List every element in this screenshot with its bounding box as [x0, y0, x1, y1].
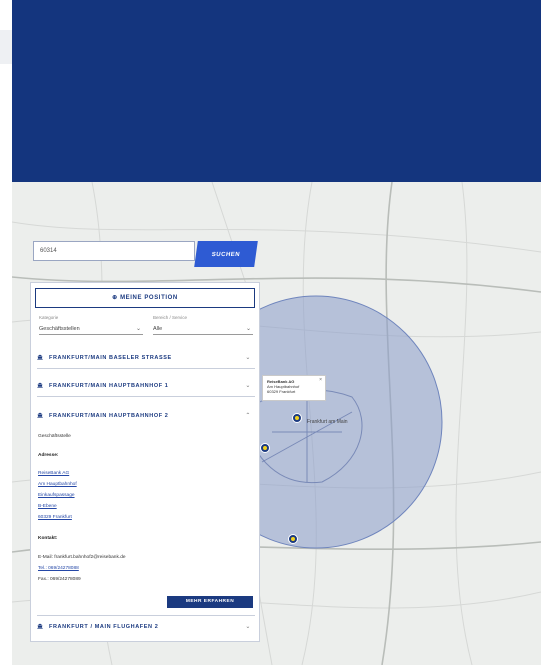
- search-button[interactable]: SUCHEN: [194, 241, 258, 267]
- contact-fax: Fax.: 069/24278089: [38, 577, 81, 582]
- bank-icon: [37, 623, 43, 629]
- address-line[interactable]: 60329 Frankfurt: [38, 515, 72, 520]
- location-item[interactable]: FRANKFURT / MAIN FLUGHAFEN 2 ⌄: [37, 615, 255, 637]
- map-marker[interactable]: [288, 534, 298, 544]
- popup-line: 60329 Frankfurt: [267, 389, 296, 394]
- filter-service-select[interactable]: Alle ⌄: [153, 323, 253, 335]
- bank-icon: [37, 382, 43, 388]
- bank-icon: [37, 354, 43, 360]
- map-marker[interactable]: [260, 443, 270, 453]
- search-input[interactable]: [33, 241, 195, 261]
- contact-heading: Kontakt:: [38, 536, 58, 541]
- filter-category-select[interactable]: Geschäftsstellen ⌄: [39, 323, 143, 335]
- address-line[interactable]: Einkaufspassage: [38, 493, 75, 498]
- location-item[interactable]: FRANKFURT/MAIN HAUPTBAHNHOF 1 ⌄: [37, 375, 255, 397]
- map-road: [455, 182, 473, 665]
- address-line[interactable]: Am Hauptbahnhof: [38, 482, 77, 487]
- location-type: Geschäftsstelle: [38, 434, 71, 439]
- filter-category-value: Geschäftsstellen: [39, 326, 80, 332]
- bank-icon: [37, 412, 43, 418]
- map-city-label: Frankfurt am Main: [307, 419, 348, 425]
- chevron-down-icon: ⌄: [245, 326, 251, 332]
- filter-service-value: Alle: [153, 326, 163, 332]
- location-item-expanded[interactable]: FRANKFURT/MAIN HAUPTBAHNHOF 2 ⌃: [37, 405, 255, 427]
- location-panel: ⊕ MEINE POSITION Kategorie Geschäftsstel…: [30, 282, 260, 642]
- chevron-up-icon: ⌃: [245, 413, 251, 419]
- location-name: FRANKFURT / MAIN FLUGHAFEN 2: [49, 624, 159, 630]
- address-heading: Adresse:: [38, 453, 59, 458]
- map-info-popup: ReiseBank AG Am Hauptbahnhof 60329 Frank…: [262, 375, 326, 401]
- chevron-down-icon: ⌄: [245, 383, 251, 389]
- close-icon[interactable]: ×: [319, 378, 322, 383]
- chevron-down-icon: ⌄: [245, 355, 251, 361]
- address-line[interactable]: B-Ebene: [38, 504, 57, 509]
- filter-category-label: Kategorie: [39, 315, 59, 320]
- chevron-down-icon: ⌄: [245, 624, 251, 630]
- more-info-button[interactable]: MEHR ERFAHREN: [167, 596, 253, 608]
- my-position-button[interactable]: ⊕ MEINE POSITION: [35, 288, 255, 308]
- address-line[interactable]: ReiseBank AG: [38, 471, 69, 476]
- contact-phone[interactable]: Tel.: 069/24278088: [38, 566, 79, 571]
- location-name: FRANKFURT/MAIN HAUPTBAHNHOF 2: [49, 413, 169, 419]
- filter-service-label: Bereich / Service: [153, 315, 188, 320]
- location-name: FRANKFURT/MAIN BASELER STRASSE: [49, 355, 172, 361]
- map-marker[interactable]: [292, 413, 302, 423]
- hero-banner: [12, 0, 541, 182]
- contact-email[interactable]: E-Mail: frankfurt.bahnhof2@reisebank.de: [38, 555, 126, 560]
- chevron-down-icon: ⌄: [135, 326, 141, 332]
- location-name: FRANKFURT/MAIN HAUPTBAHNHOF 1: [49, 383, 169, 389]
- location-item[interactable]: FRANKFURT/MAIN BASELER STRASSE ⌄: [37, 347, 255, 369]
